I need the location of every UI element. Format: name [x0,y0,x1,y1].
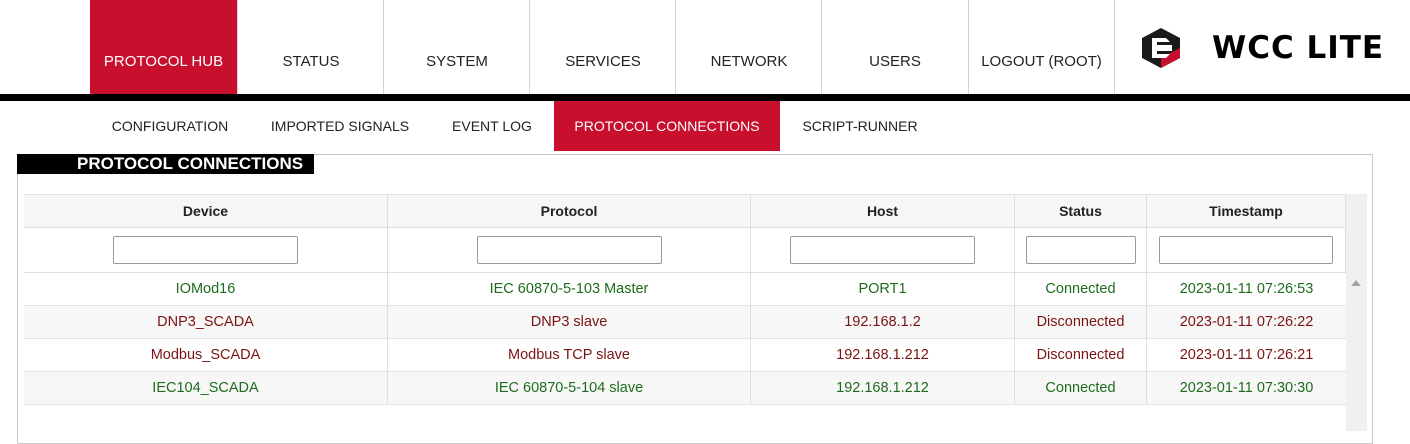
panel-title: PROTOCOL CONNECTIONS [17,154,314,174]
column-header-protocol[interactable]: Protocol [388,195,751,227]
filter-timestamp-input[interactable] [1159,236,1333,264]
column-header-label: Timestamp [1209,203,1283,219]
nav-services[interactable]: SERVICES [529,0,676,95]
table-header-row: Device Protocol Host Status Timestamp [24,195,1346,228]
vertical-scrollbar[interactable] [1346,194,1367,431]
subnav-label: CONFIGURATION [111,118,229,134]
column-header-label: Device [182,203,229,219]
nav-protocol-hub[interactable]: PROTOCOL HUB [90,0,237,95]
table-row[interactable]: DNP3_SCADA DNP3 slave 192.168.1.2 Discon… [24,306,1346,339]
filter-cell [1015,228,1147,272]
cell-timestamp: 2023-01-11 07:30:30 [1179,380,1314,396]
nav-system[interactable]: SYSTEM [383,0,530,95]
cell-status: Connected [1015,372,1147,404]
table-row[interactable]: IOMod16 IEC 60870-5-103 Master PORT1 Con… [24,273,1346,306]
cell-device: DNP3_SCADA [24,306,388,338]
cell-timestamp: 2023-01-11 07:26:53 [1179,281,1314,297]
nav-users[interactable]: USERS [821,0,968,95]
filter-device-input[interactable] [113,236,298,264]
cell-protocol: DNP3 slave [388,306,751,338]
subnav-label: SCRIPT-RUNNER [802,118,918,134]
cell-host: 192.168.1.2 [751,306,1015,338]
filter-cell [1147,228,1346,272]
cell-timestamp: 2023-01-11 07:26:22 [1179,314,1314,330]
cell-status: Disconnected [1015,306,1147,338]
column-header-label: Protocol [540,203,598,219]
nav-logout[interactable]: LOGOUT (ROOT) [968,0,1115,95]
column-header-host[interactable]: Host [751,195,1015,227]
subnav-script-runner[interactable]: SCRIPT-RUNNER [792,101,928,151]
table-row[interactable]: IEC104_SCADA IEC 60870-5-104 slave 192.1… [24,372,1346,405]
nav-label: SERVICES [565,53,641,70]
cell-protocol: IEC 60870-5-103 Master [388,273,751,305]
brand: WCC LITE [1140,26,1384,70]
brand-name: WCC LITE [1212,30,1385,66]
column-header-timestamp[interactable]: Timestamp [1147,195,1346,227]
cell-protocol: Modbus TCP slave [388,339,751,371]
filter-status-input[interactable] [1025,236,1136,264]
cell-host: 192.168.1.212 [751,372,1015,404]
filter-cell [388,228,751,272]
scroll-up-arrow-icon[interactable] [1351,280,1361,286]
filter-host-input[interactable] [790,236,975,264]
nav-label: USERS [869,53,921,70]
nav-divider-bar [0,94,1410,101]
top-navigation: PROTOCOL HUB STATUS SYSTEM SERVICES NETW… [0,0,1410,95]
table-filter-row [24,228,1346,273]
subnav-configuration[interactable]: CONFIGURATION [90,101,250,151]
subnav-imported-signals[interactable]: IMPORTED SIGNALS [258,101,422,151]
sub-navigation: CONFIGURATION IMPORTED SIGNALS EVENT LOG… [0,101,1410,151]
subnav-label: PROTOCOL CONNECTIONS [574,118,760,134]
cell-protocol: IEC 60870-5-104 slave [388,372,751,404]
nav-label: NETWORK [710,53,788,70]
cell-timestamp: 2023-01-11 07:26:21 [1179,347,1314,363]
subnav-label: IMPORTED SIGNALS [270,118,410,134]
nav-label: LOGOUT (ROOT) [981,53,1102,70]
table-row[interactable]: Modbus_SCADA Modbus TCP slave 192.168.1.… [24,339,1346,372]
column-header-device[interactable]: Device [24,195,388,227]
nav-label: PROTOCOL HUB [103,53,224,70]
filter-cell [751,228,1015,272]
subnav-label: EVENT LOG [452,118,532,134]
cell-device: IOMod16 [24,273,388,305]
nav-label: STATUS [282,53,340,70]
column-header-label: Status [1059,203,1102,219]
cell-status: Disconnected [1015,339,1147,371]
filter-protocol-input[interactable] [476,236,662,264]
wcc-logo-icon [1142,28,1180,68]
cell-device: IEC104_SCADA [24,372,388,404]
cell-device: Modbus_SCADA [24,339,388,371]
cell-host: 192.168.1.212 [751,339,1015,371]
cell-status: Connected [1015,273,1147,305]
column-header-status[interactable]: Status [1015,195,1147,227]
filter-cell [24,228,388,272]
nav-network[interactable]: NETWORK [675,0,822,95]
nav-status[interactable]: STATUS [237,0,384,95]
subnav-event-log[interactable]: EVENT LOG [440,101,544,151]
subnav-protocol-connections[interactable]: PROTOCOL CONNECTIONS [554,101,780,151]
column-header-label: Host [866,203,899,219]
nav-label: SYSTEM [426,53,488,70]
cell-host: PORT1 [751,273,1015,305]
